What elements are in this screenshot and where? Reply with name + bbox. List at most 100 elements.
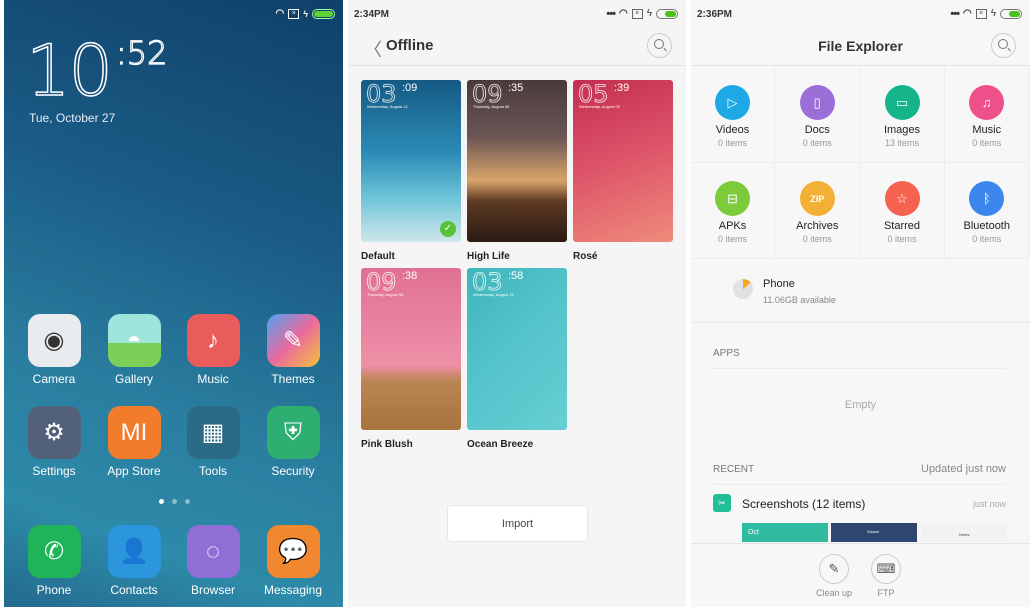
category-name: Videos xyxy=(715,124,750,136)
page-dot[interactable] xyxy=(159,499,164,504)
app-app-store[interactable]: MI App Store xyxy=(94,406,174,478)
selected-check-icon: ✓ xyxy=(440,221,456,237)
theme-preview[interactable]: 03:58 Wednesday, August 12 xyxy=(467,268,567,430)
app-settings[interactable]: ⚙ Settings xyxy=(14,406,94,478)
battery-icon xyxy=(656,8,678,19)
app-label: Browser xyxy=(190,583,235,597)
category-archives[interactable]: ZIP Archives 0 items xyxy=(775,163,860,259)
app-security[interactable]: ⛨ Security xyxy=(253,406,333,478)
person-icon: 👤 xyxy=(107,525,161,578)
clean-up-button[interactable]: ✎ Clean up xyxy=(809,554,859,598)
preview-date: Wednesday, August 12 xyxy=(367,104,408,109)
charging-icon: ϟ xyxy=(990,8,996,19)
android-apk-icon: ⊟ xyxy=(715,181,750,216)
page-indicator xyxy=(159,499,190,504)
app-camera[interactable]: ◉ Camera xyxy=(14,314,94,386)
page-title: Offline xyxy=(386,37,434,54)
category-name: Docs xyxy=(804,124,830,136)
mi-shopping-bag-icon: MI xyxy=(107,406,161,459)
app-label: Settings xyxy=(32,464,76,478)
theme-card[interactable]: 03:09 Wednesday, August 12 ✓ Default xyxy=(361,80,461,262)
bottom-toolbar: ✎ Clean up ⌨ FTP xyxy=(691,543,1030,607)
storage-available: 11.06GB available xyxy=(763,295,836,305)
preview-date: Thursday, August 06 xyxy=(367,292,404,297)
status-bar: 2:36PM ••• ◠ × ϟ xyxy=(691,0,1030,28)
preview-clock-minute: :38 xyxy=(402,270,418,282)
theme-name: High Life xyxy=(467,251,510,262)
category-docs[interactable]: ▯ Docs 0 items xyxy=(775,67,860,163)
camera-icon: ◉ xyxy=(27,314,81,367)
battery-icon xyxy=(312,8,335,19)
storage-phone[interactable]: Phone 11.06GB available xyxy=(691,259,1030,323)
category-count: 0 items xyxy=(802,138,832,148)
themes-screen: 2:34PM ••• ◠ × ϟ 〈 Offline 03:09 Wednesda… xyxy=(348,0,686,607)
paintbrush-icon: ✎ xyxy=(266,314,320,367)
search-button[interactable] xyxy=(991,33,1016,58)
more-notifications-icon: ••• xyxy=(950,7,960,20)
app-gallery[interactable]: ◓ Gallery xyxy=(94,314,174,386)
theme-card[interactable]: 05:39 Wednesday, August 05 Rosé xyxy=(573,80,673,262)
star-icon: ☆ xyxy=(884,181,920,216)
theme-card[interactable]: 09:35 Thursday, August 06 High Life xyxy=(467,80,567,262)
app-messaging[interactable]: 💬 Messaging xyxy=(253,525,333,597)
screenshot-folder-icon: ✂ xyxy=(713,494,731,512)
storage-name: Phone xyxy=(763,278,795,290)
video-play-icon: ▷ xyxy=(715,85,750,120)
category-count: 0 items xyxy=(887,234,917,244)
category-starred[interactable]: ☆ Starred 0 items xyxy=(860,163,945,259)
screenshot-thumbnail[interactable]: Notes xyxy=(921,523,1007,542)
wifi-icon: ◠ xyxy=(962,8,972,19)
category-name: APKs xyxy=(718,220,747,232)
theme-preview[interactable]: 09:35 Thursday, August 06 xyxy=(467,80,567,242)
category-count: 0 items xyxy=(717,138,747,148)
category-videos[interactable]: ▷ Videos 0 items xyxy=(691,67,775,163)
page-dot[interactable] xyxy=(185,499,190,504)
category-name: Bluetooth xyxy=(963,220,1010,232)
app-label: Contacts xyxy=(110,583,158,597)
no-sim-icon: × xyxy=(631,8,643,19)
category-count: 0 items xyxy=(972,234,1002,244)
app-music[interactable]: ♪ Music xyxy=(173,314,253,386)
app-label: App Store xyxy=(107,464,161,478)
preview-date: Wednesday, August 12 xyxy=(473,292,514,297)
no-sim-icon: × xyxy=(975,8,987,19)
header: File Explorer xyxy=(691,28,1030,66)
app-phone[interactable]: ✆ Phone xyxy=(14,525,94,597)
category-apks[interactable]: ⊟ APKs 0 items xyxy=(691,163,775,259)
screenshot-thumbnail[interactable]: Xiaomi xyxy=(831,523,917,542)
date-label: Tue, October 27 xyxy=(29,111,116,125)
category-name: Music xyxy=(972,124,1002,136)
ftp-button[interactable]: ⌨ FTP xyxy=(861,554,911,598)
music-note-icon: ♪ xyxy=(186,314,240,367)
screenshot-thumbnail[interactable]: Oct xyxy=(742,523,828,542)
category-bluetooth[interactable]: ᛒ Bluetooth 0 items xyxy=(945,163,1030,259)
theme-preview[interactable]: 05:39 Wednesday, August 05 xyxy=(573,80,673,242)
theme-card[interactable]: 09:38 Thursday, August 06 Pink Blush xyxy=(361,268,461,450)
theme-preview[interactable]: 09:38 Thursday, August 06 xyxy=(361,268,461,430)
app-contacts[interactable]: 👤 Contacts xyxy=(94,525,174,597)
recent-item-name: Screenshots (12 items) xyxy=(742,497,866,511)
category-music[interactable]: ♫ Music 0 items xyxy=(945,67,1030,163)
app-themes[interactable]: ✎ Themes xyxy=(253,314,333,386)
theme-card[interactable]: 03:58 Wednesday, August 12 Ocean Breeze xyxy=(467,268,567,450)
import-button[interactable]: Import xyxy=(447,505,588,542)
theme-preview[interactable]: 03:09 Wednesday, August 12 ✓ xyxy=(361,80,461,242)
charging-icon: ϟ xyxy=(646,8,652,19)
back-button[interactable]: 〈 xyxy=(364,36,382,62)
apps-empty-label: Empty xyxy=(844,399,877,411)
page-title: File Explorer xyxy=(818,38,903,54)
apps-section-header: APPS xyxy=(713,348,740,359)
page-dot[interactable] xyxy=(172,499,177,504)
preview-clock-minute: :58 xyxy=(508,270,524,282)
broom-icon: ✎ xyxy=(819,554,849,584)
app-label: Music xyxy=(197,372,229,386)
app-tools[interactable]: ▦ Tools xyxy=(173,406,253,478)
clock-widget[interactable]: 10 :52 xyxy=(25,29,168,113)
app-label: Gallery xyxy=(114,372,153,386)
category-images[interactable]: ▭ Images 13 items xyxy=(860,67,945,163)
app-browser[interactable]: ◌ Browser xyxy=(173,525,253,597)
search-button[interactable] xyxy=(647,33,672,58)
no-sim-icon: × xyxy=(288,8,300,19)
image-icon: ▭ xyxy=(884,85,920,120)
preview-clock-minute: :09 xyxy=(402,82,418,94)
